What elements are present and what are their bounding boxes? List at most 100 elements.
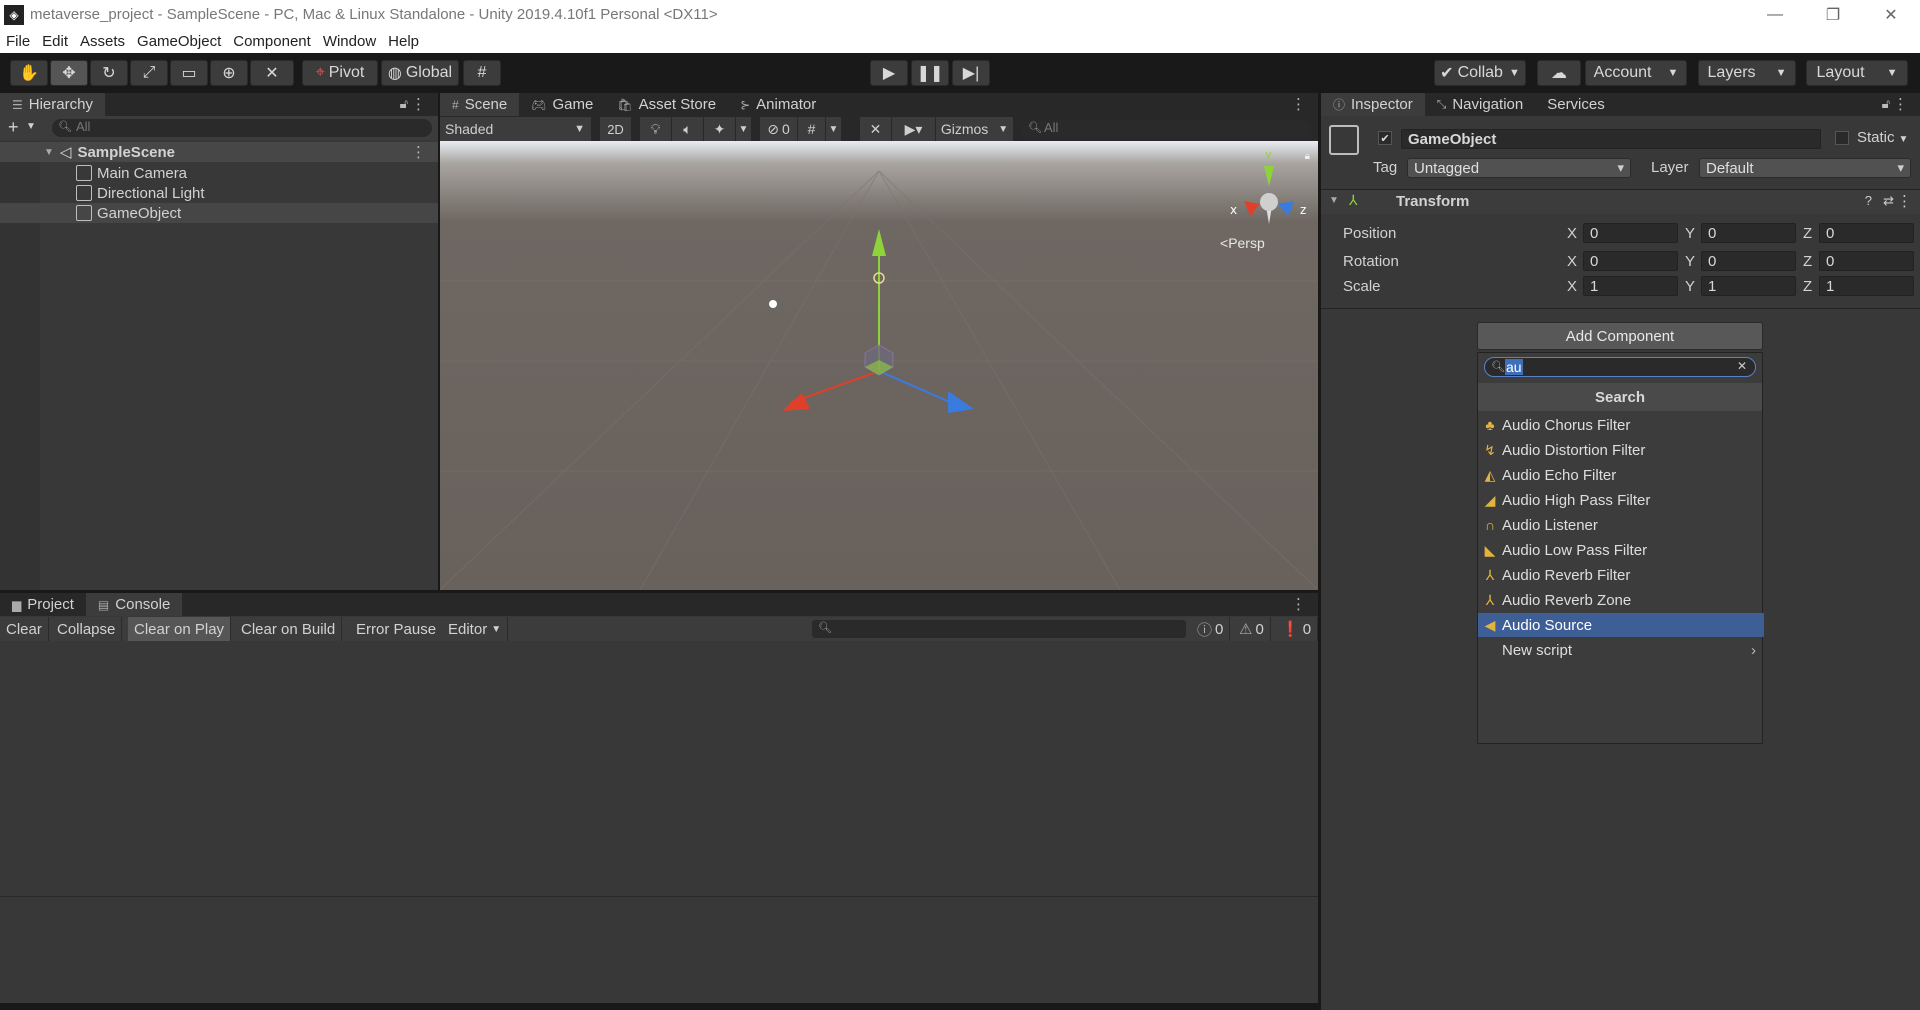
presets-icon[interactable]: ⇄ — [1883, 193, 1894, 209]
tab-inspector[interactable]: ⓘ Inspector — [1321, 93, 1425, 116]
kebab-menu-icon[interactable]: ⋮ — [1291, 595, 1306, 613]
effects-toggle-icon[interactable]: ✦ — [704, 117, 736, 141]
rotate-tool-icon[interactable]: ↻ — [90, 60, 128, 86]
result-item[interactable]: ◣ Audio Low Pass Filter — [1478, 538, 1764, 562]
collab-dropdown[interactable]: ✔ Collab ▼ — [1434, 60, 1526, 86]
kebab-menu-icon[interactable]: ⋮ — [411, 95, 426, 113]
layer-dropdown[interactable]: Default — [1699, 158, 1911, 178]
tab-animator[interactable]: ⊱ Animator — [728, 93, 828, 116]
hierarchy-search-input[interactable]: 🔍︎ All — [52, 119, 432, 137]
tab-services[interactable]: Services — [1535, 93, 1617, 116]
custom-tool-icon[interactable]: ✕ — [250, 60, 294, 86]
kebab-menu-icon[interactable]: ⋮ — [1893, 95, 1908, 113]
rect-tool-icon[interactable]: ▭ — [170, 60, 208, 86]
tag-dropdown[interactable]: Untagged — [1407, 158, 1631, 178]
scene-row[interactable]: ▼ ◁ SampleScene ⋮ — [0, 142, 438, 162]
result-item[interactable]: ◢ Audio High Pass Filter — [1478, 488, 1764, 512]
gizmos-dropdown[interactable]: Gizmos ▼ — [936, 117, 1014, 141]
cloud-button[interactable]: ☁ — [1537, 60, 1581, 86]
hand-tool-icon[interactable]: ✋ — [10, 60, 48, 86]
scene-search-input[interactable]: 🔍︎ All — [1022, 120, 1312, 138]
tab-asset-store[interactable]: 🛍︎ Asset Store — [605, 93, 728, 116]
result-item[interactable]: ∩ Audio Listener — [1478, 513, 1764, 537]
layers-dropdown[interactable]: Layers ▼ — [1698, 60, 1796, 86]
tab-console[interactable]: ▤ Console — [85, 593, 183, 616]
component-search-input[interactable]: 🔍︎ au ✕ — [1484, 357, 1756, 377]
tab-scene[interactable]: # Scene — [440, 93, 520, 116]
editor-dropdown[interactable]: Editor ▼ — [442, 617, 509, 641]
panel-splitter[interactable] — [0, 590, 1318, 593]
collapse-button[interactable]: Collapse — [51, 617, 123, 641]
error-count-toggle[interactable]: ❗ 0 — [1275, 617, 1319, 641]
result-item[interactable]: ↯ Audio Distortion Filter — [1478, 438, 1764, 462]
view-lock-icon[interactable]: 🔒︎ — [1305, 151, 1310, 162]
new-script-item[interactable]: New script › — [1478, 638, 1764, 662]
chevron-down-icon[interactable]: ▼ — [26, 121, 36, 132]
menu-gameobject[interactable]: GameObject — [131, 33, 227, 50]
menu-help[interactable]: Help — [382, 33, 425, 50]
hierarchy-item-gameobject[interactable]: GameObject — [0, 203, 438, 223]
gizmo-x-arrow[interactable] — [782, 393, 810, 411]
collapse-arrow-icon[interactable]: ▼ — [1329, 195, 1339, 206]
result-item[interactable]: ⅄ Audio Reverb Zone — [1478, 588, 1764, 612]
pivot-toggle[interactable]: ⌖ Pivot — [302, 60, 378, 86]
result-item[interactable]: ⅄ Audio Reverb Filter — [1478, 563, 1764, 587]
toggle-2d-button[interactable]: 2D — [600, 117, 632, 141]
tab-navigation[interactable]: ⤡ Navigation — [1425, 93, 1536, 116]
play-button[interactable]: ▶ — [870, 60, 908, 86]
pause-button[interactable]: ❚❚ — [911, 60, 949, 86]
expand-arrow-icon[interactable]: ▼ — [44, 147, 54, 158]
menu-edit[interactable]: Edit — [36, 33, 74, 50]
hidden-objects-toggle[interactable]: ⊘ 0 — [760, 117, 798, 141]
account-dropdown[interactable]: Account ▼ — [1585, 60, 1687, 86]
clear-on-play-toggle[interactable]: Clear on Play — [128, 617, 232, 641]
scene-menu-icon[interactable]: ⋮ — [411, 143, 426, 161]
scene-viewport[interactable]: y x z 🔒︎ <Persp — [440, 141, 1318, 590]
active-checkbox[interactable]: ✔ — [1378, 131, 1392, 145]
object-name-field[interactable]: GameObject — [1401, 129, 1821, 149]
shading-mode-dropdown[interactable]: Shaded ▼ — [440, 117, 592, 141]
hierarchy-item-directional-light[interactable]: Directional Light — [0, 183, 438, 203]
gizmo-z-arrow[interactable] — [948, 391, 974, 413]
close-icon[interactable]: ✕ — [1862, 0, 1920, 29]
tab-project[interactable]: ▆ Project — [0, 593, 86, 616]
rotation-x-field[interactable]: 0 — [1583, 251, 1678, 271]
help-icon[interactable]: ? — [1865, 193, 1872, 208]
scale-y-field[interactable]: 1 — [1701, 276, 1796, 296]
chevron-down-icon[interactable]: ▼ — [736, 117, 752, 141]
error-pause-toggle[interactable]: Error Pause — [350, 617, 444, 641]
clear-on-build-toggle[interactable]: Clear on Build — [235, 617, 343, 641]
lighting-toggle-icon[interactable]: 💡︎ — [640, 117, 672, 141]
console-log-area[interactable] — [0, 641, 1318, 891]
position-z-field[interactable]: 0 — [1819, 223, 1914, 243]
console-search-input[interactable]: 🔍︎ — [812, 620, 1186, 638]
transform-header[interactable]: ▼ ⅄ Transform ? ⇄ ⋮ — [1321, 190, 1920, 214]
transform-tool-icon[interactable]: ⊕ — [210, 60, 248, 86]
kebab-menu-icon[interactable]: ⋮ — [1291, 95, 1306, 113]
log-count-toggle[interactable]: ⓘ 0 — [1191, 617, 1231, 641]
result-item[interactable]: ◭ Audio Echo Filter — [1478, 463, 1764, 487]
static-dropdown[interactable]: Static ▼ — [1857, 129, 1908, 146]
camera-settings-icon[interactable]: ▶▾ — [892, 117, 936, 141]
clear-search-icon[interactable]: ✕ — [1737, 359, 1747, 373]
global-toggle[interactable]: ◍ Global — [381, 60, 459, 86]
tools-icon[interactable]: ✕ — [860, 117, 892, 141]
menu-component[interactable]: Component — [227, 33, 317, 50]
result-item-selected[interactable]: ◀ Audio Source — [1478, 613, 1764, 637]
panel-splitter[interactable] — [438, 93, 440, 590]
move-gizmo[interactable] — [440, 141, 1318, 590]
clear-button[interactable]: Clear — [0, 617, 49, 641]
scale-z-field[interactable]: 1 — [1819, 276, 1914, 296]
warning-count-toggle[interactable]: ⚠ 0 — [1233, 617, 1271, 641]
tab-game[interactable]: 🎮︎ Game — [519, 93, 605, 116]
minimize-icon[interactable]: — — [1746, 0, 1804, 29]
static-checkbox[interactable] — [1835, 131, 1849, 145]
grid-snap-icon[interactable]: # — [463, 60, 501, 86]
menu-window[interactable]: Window — [317, 33, 382, 50]
grid-toggle-icon[interactable]: # — [798, 117, 826, 141]
menu-file[interactable]: File — [0, 33, 36, 50]
move-tool-icon[interactable]: ✥ — [50, 60, 88, 86]
tab-hierarchy[interactable]: ☰ Hierarchy — [0, 93, 105, 116]
scale-tool-icon[interactable]: ⤢ — [130, 60, 168, 86]
chevron-down-icon[interactable]: ▼ — [826, 117, 842, 141]
